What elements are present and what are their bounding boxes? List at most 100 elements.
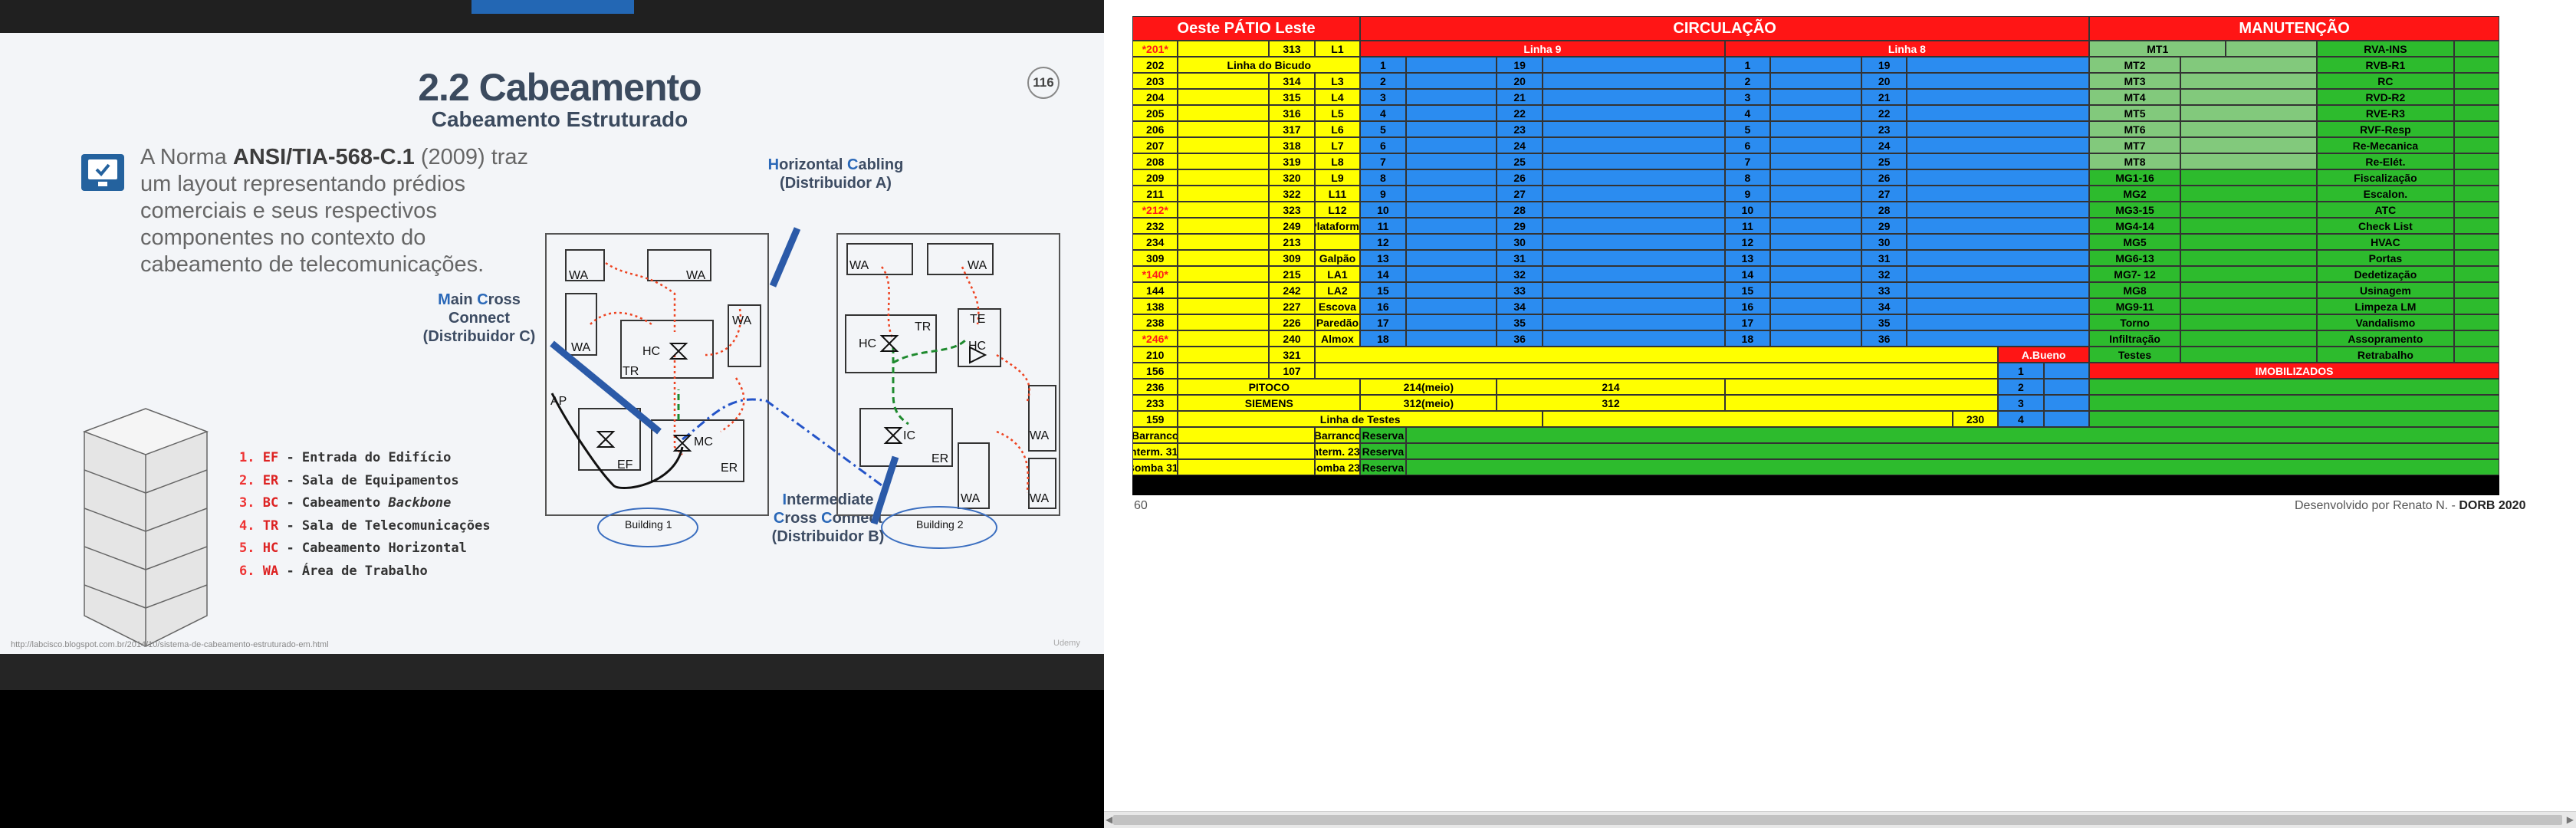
cell[interactable] bbox=[1178, 218, 1270, 234]
cell[interactable]: 7 bbox=[1724, 153, 1771, 169]
cell[interactable] bbox=[1405, 218, 1497, 234]
cell[interactable]: Portas bbox=[2317, 250, 2454, 266]
cell[interactable]: 211 bbox=[1132, 186, 1178, 202]
cell[interactable]: 156 bbox=[1132, 363, 1178, 379]
cell[interactable] bbox=[2453, 314, 2499, 330]
cell[interactable] bbox=[1314, 234, 1361, 250]
cell[interactable] bbox=[1542, 137, 1725, 153]
cell[interactable]: 236 bbox=[1132, 379, 1178, 395]
cell[interactable]: L11 bbox=[1314, 186, 1361, 202]
cell[interactable] bbox=[1178, 186, 1270, 202]
cell[interactable] bbox=[1770, 282, 1861, 298]
cell[interactable] bbox=[2453, 218, 2499, 234]
cell[interactable]: MG4-14 bbox=[2089, 218, 2180, 234]
cell[interactable]: MT2 bbox=[2089, 57, 2180, 73]
cell[interactable] bbox=[1542, 73, 1725, 89]
cell[interactable]: 25 bbox=[1861, 153, 1907, 169]
cell[interactable] bbox=[1178, 347, 1270, 363]
cell[interactable] bbox=[2089, 395, 2499, 411]
cell[interactable] bbox=[1907, 330, 2090, 347]
cell[interactable]: 210 bbox=[1132, 347, 1178, 363]
cell[interactable]: MG7- 12 bbox=[2089, 266, 2180, 282]
cell[interactable]: RVB-R1 bbox=[2317, 57, 2454, 73]
cell[interactable]: Escalon. bbox=[2317, 186, 2454, 202]
cell[interactable] bbox=[1770, 105, 1861, 121]
cell[interactable]: Dedetização bbox=[2317, 266, 2454, 282]
cell[interactable] bbox=[1770, 153, 1861, 169]
cell[interactable]: L3 bbox=[1314, 73, 1361, 89]
cell[interactable] bbox=[2453, 153, 2499, 169]
cell[interactable]: 317 bbox=[1269, 121, 1315, 137]
cell[interactable] bbox=[2180, 250, 2318, 266]
cell[interactable]: Barranco bbox=[1314, 427, 1361, 443]
cell[interactable]: 9 bbox=[1724, 186, 1771, 202]
cell[interactable]: Fiscalização bbox=[2317, 169, 2454, 186]
cell[interactable] bbox=[1178, 234, 1270, 250]
cell[interactable]: Re-Elét. bbox=[2317, 153, 2454, 169]
cell[interactable] bbox=[2043, 411, 2090, 427]
cell[interactable]: Infiltração bbox=[2089, 330, 2180, 347]
cell[interactable]: 208 bbox=[1132, 153, 1178, 169]
cell[interactable]: 238 bbox=[1132, 314, 1178, 330]
cell[interactable]: 33 bbox=[1861, 282, 1907, 298]
cell[interactable]: 24 bbox=[1861, 137, 1907, 153]
cell[interactable]: 11 bbox=[1360, 218, 1406, 234]
cell[interactable] bbox=[1770, 330, 1861, 347]
cell[interactable] bbox=[1907, 137, 2090, 153]
cell[interactable] bbox=[1770, 137, 1861, 153]
cell[interactable] bbox=[2180, 121, 2318, 137]
scroll-right-icon[interactable]: ▶ bbox=[2567, 814, 2574, 825]
cell[interactable]: 6 bbox=[1360, 137, 1406, 153]
cell[interactable] bbox=[2180, 137, 2318, 153]
cell[interactable]: 319 bbox=[1269, 153, 1315, 169]
cell[interactable] bbox=[2180, 298, 2318, 314]
cell[interactable]: 159 bbox=[1132, 411, 1178, 427]
cell[interactable]: Linha 8 bbox=[1724, 41, 2090, 57]
cell[interactable] bbox=[1907, 121, 2090, 137]
cell[interactable]: Plataforma bbox=[1314, 218, 1361, 234]
cell[interactable] bbox=[1178, 121, 1270, 137]
cell[interactable]: 227 bbox=[1269, 298, 1315, 314]
cell[interactable]: Galpão bbox=[1314, 250, 1361, 266]
cell[interactable]: 23 bbox=[1861, 121, 1907, 137]
cell[interactable]: 14 bbox=[1360, 266, 1406, 282]
cell[interactable]: 20 bbox=[1861, 73, 1907, 89]
cell[interactable]: ATC bbox=[2317, 202, 2454, 218]
cell[interactable] bbox=[1542, 411, 1953, 427]
cell[interactable]: 12 bbox=[1360, 234, 1406, 250]
cell[interactable] bbox=[1907, 218, 2090, 234]
cell[interactable] bbox=[1405, 89, 1497, 105]
cell[interactable]: SIEMENS bbox=[1178, 395, 1361, 411]
cell[interactable]: MG1-16 bbox=[2089, 169, 2180, 186]
cell[interactable]: 36 bbox=[1497, 330, 1543, 347]
cell[interactable] bbox=[2043, 379, 2090, 395]
cell[interactable]: 309 bbox=[1132, 250, 1178, 266]
cell[interactable] bbox=[1907, 105, 2090, 121]
cell[interactable] bbox=[1178, 153, 1270, 169]
cell[interactable] bbox=[1770, 314, 1861, 330]
cell[interactable] bbox=[2453, 169, 2499, 186]
cell[interactable]: 29 bbox=[1861, 218, 1907, 234]
cell[interactable]: 20 bbox=[1497, 73, 1543, 89]
cell[interactable] bbox=[1542, 314, 1725, 330]
cell[interactable]: 21 bbox=[1861, 89, 1907, 105]
cell[interactable]: Interm. 235 bbox=[1314, 443, 1361, 459]
cell[interactable]: 309 bbox=[1269, 250, 1315, 266]
cell[interactable]: RVA-INS bbox=[2317, 41, 2454, 57]
cell[interactable] bbox=[2089, 379, 2499, 395]
cell[interactable] bbox=[1542, 202, 1725, 218]
cell[interactable]: 8 bbox=[1360, 169, 1406, 186]
cell[interactable]: L8 bbox=[1314, 153, 1361, 169]
cell[interactable]: 22 bbox=[1497, 105, 1543, 121]
cell[interactable]: 203 bbox=[1132, 73, 1178, 89]
cell[interactable]: 144 bbox=[1132, 282, 1178, 298]
cell[interactable] bbox=[2453, 266, 2499, 282]
cell[interactable]: 2 bbox=[1724, 73, 1771, 89]
cell[interactable] bbox=[1542, 186, 1725, 202]
cell[interactable] bbox=[2453, 347, 2499, 363]
cell[interactable] bbox=[1907, 153, 2090, 169]
cell[interactable]: 204 bbox=[1132, 89, 1178, 105]
cell[interactable]: 323 bbox=[1269, 202, 1315, 218]
cell[interactable] bbox=[1405, 330, 1497, 347]
cell[interactable]: HVAC bbox=[2317, 234, 2454, 250]
